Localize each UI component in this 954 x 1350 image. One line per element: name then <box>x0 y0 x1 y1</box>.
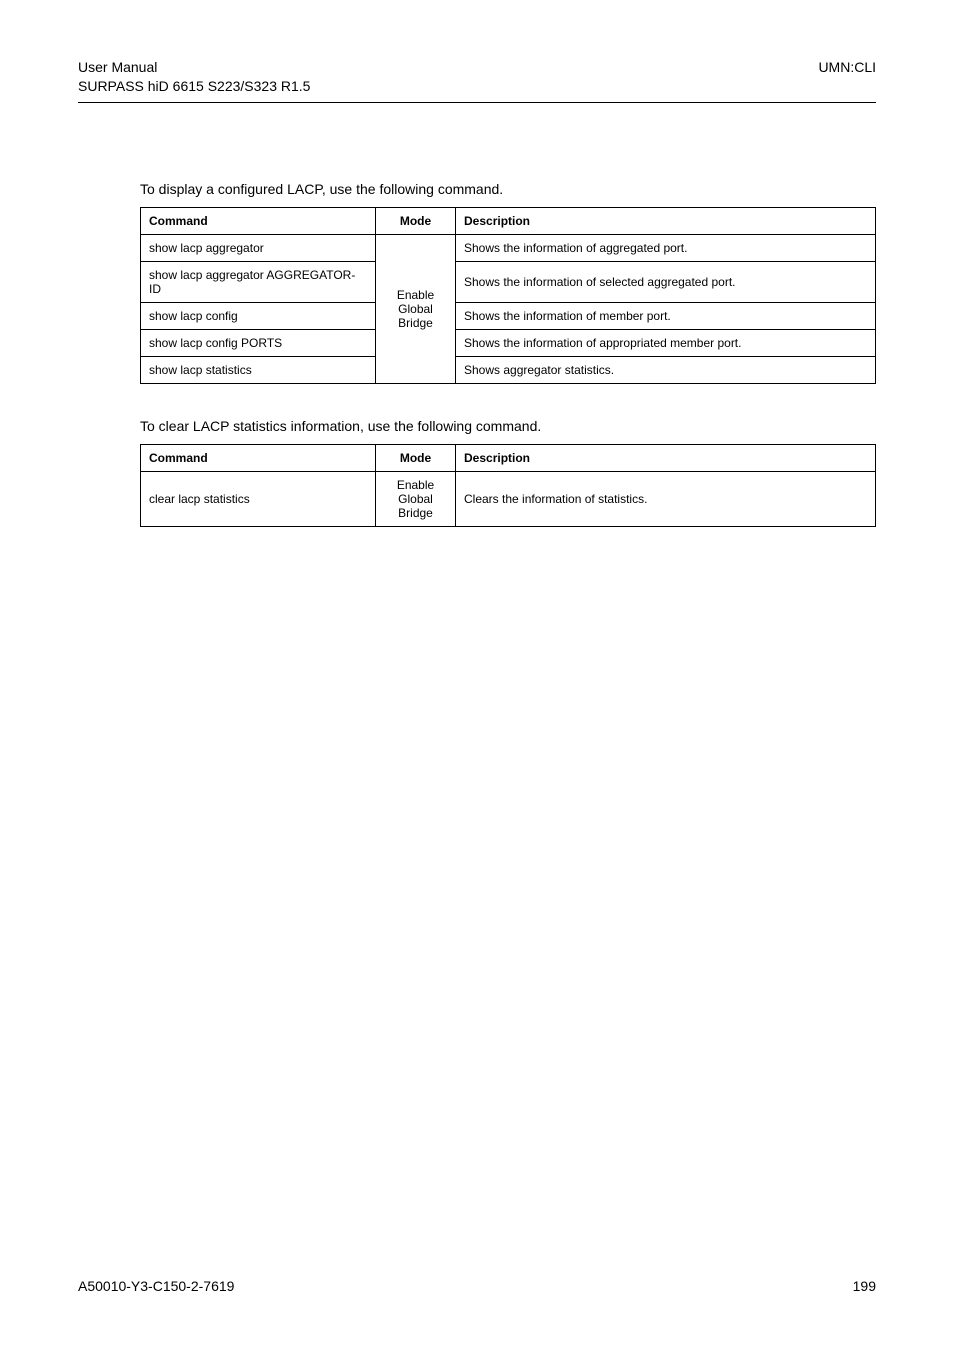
th-mode: Mode <box>376 207 456 234</box>
th-command: Command <box>141 444 376 471</box>
mode-line: Global <box>384 492 447 506</box>
table-row: show lacp config PORTS Shows the informa… <box>141 329 876 356</box>
cell-command: show lacp aggregator AGGREGATOR-ID <box>141 261 376 302</box>
cell-command: show lacp aggregator <box>141 234 376 261</box>
header-right: UMN:CLI <box>818 58 876 96</box>
mode-line: Bridge <box>384 316 447 330</box>
table-row: show lacp aggregator AGGREGATOR-ID Shows… <box>141 261 876 302</box>
cell-description: Clears the information of statistics. <box>456 471 876 526</box>
th-command: Command <box>141 207 376 234</box>
cell-command: show lacp config PORTS <box>141 329 376 356</box>
cell-description: Shows the information of member port. <box>456 302 876 329</box>
cell-description: Shows the information of aggregated port… <box>456 234 876 261</box>
intro-text-1: To display a configured LACP, use the fo… <box>140 181 876 197</box>
cell-description: Shows the information of appropriated me… <box>456 329 876 356</box>
table-row: show lacp aggregator Enable Global Bridg… <box>141 234 876 261</box>
th-description: Description <box>456 444 876 471</box>
mode-line: Global <box>384 302 447 316</box>
header-rule <box>78 102 876 103</box>
mode-line: Bridge <box>384 506 447 520</box>
footer-left: A50010-Y3-C150-2-7619 <box>78 1278 234 1294</box>
header-left: User Manual SURPASS hiD 6615 S223/S323 R… <box>78 58 310 96</box>
table-header-row: Command Mode Description <box>141 444 876 471</box>
table-row: show lacp statistics Shows aggregator st… <box>141 356 876 383</box>
table-row: show lacp config Shows the information o… <box>141 302 876 329</box>
page-header: User Manual SURPASS hiD 6615 S223/S323 R… <box>78 58 876 96</box>
mode-line: Enable <box>384 478 447 492</box>
page-footer: A50010-Y3-C150-2-7619 199 <box>78 1278 876 1294</box>
header-left-line1: User Manual <box>78 58 310 77</box>
cell-description: Shows aggregator statistics. <box>456 356 876 383</box>
lacp-clear-table: Command Mode Description clear lacp stat… <box>140 444 876 527</box>
th-mode: Mode <box>376 444 456 471</box>
cell-command: show lacp config <box>141 302 376 329</box>
cell-mode: Enable Global Bridge <box>376 234 456 383</box>
footer-right: 199 <box>853 1278 876 1294</box>
header-left-line2: SURPASS hiD 6615 S223/S323 R1.5 <box>78 77 310 96</box>
lacp-display-table: Command Mode Description show lacp aggre… <box>140 207 876 384</box>
table-header-row: Command Mode Description <box>141 207 876 234</box>
cell-command: show lacp statistics <box>141 356 376 383</box>
th-description: Description <box>456 207 876 234</box>
intro-text-2: To clear LACP statistics information, us… <box>140 418 876 434</box>
mode-line: Enable <box>384 288 447 302</box>
cell-command: clear lacp statistics <box>141 471 376 526</box>
cell-mode: Enable Global Bridge <box>376 471 456 526</box>
table-row: clear lacp statistics Enable Global Brid… <box>141 471 876 526</box>
cell-description: Shows the information of selected aggreg… <box>456 261 876 302</box>
